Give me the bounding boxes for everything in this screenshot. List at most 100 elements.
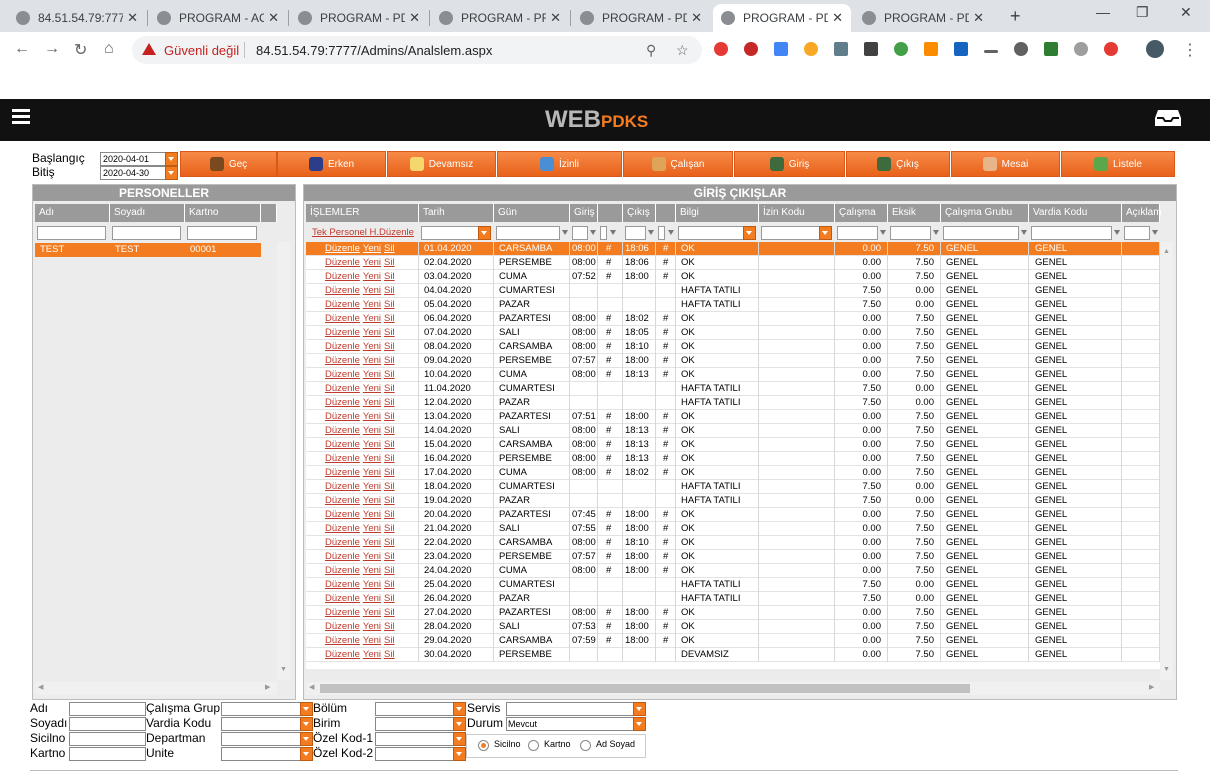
horizontal-scrollbar[interactable]: ◀ ▶ — [306, 682, 1160, 695]
delete-link[interactable]: Sil — [384, 243, 395, 254]
new-link[interactable]: Yeni — [363, 313, 381, 324]
entries-column-header[interactable]: Eksik — [888, 204, 941, 222]
extension-icon[interactable] — [1104, 42, 1118, 56]
filter-funnel-icon[interactable] — [880, 230, 886, 235]
bookmark-star-icon[interactable]: ☆ — [676, 42, 689, 59]
entries-filter-input[interactable] — [496, 226, 560, 240]
end-date-input[interactable]: 2020-04-30 — [100, 166, 166, 180]
filter-funnel-icon[interactable] — [933, 230, 939, 235]
entry-row[interactable]: Düzenle Yeni Sil 18.04.2020 CUMARTESI HAFTA T… — [306, 480, 1160, 494]
entry-row[interactable]: Düzenle Yeni Sil 27.04.2020 PAZARTESI 08:00 #1… — [306, 606, 1160, 620]
entries-filter-input[interactable] — [837, 226, 878, 240]
new-link[interactable]: Yeni — [363, 621, 381, 632]
entries-column-header[interactable]: Çalışma — [835, 204, 888, 222]
filter-dropdown-icon[interactable] — [743, 226, 756, 240]
entries-filter-input[interactable] — [658, 226, 665, 240]
entry-row[interactable]: Düzenle Yeni Sil 06.04.2020 PAZARTESI 08:00 #1… — [306, 312, 1160, 326]
entry-row[interactable]: Düzenle Yeni Sil 08.04.2020 CARSAMBA 08:00 #18… — [306, 340, 1160, 354]
entries-filter-input[interactable] — [1124, 226, 1150, 240]
select-dropdown-icon[interactable] — [453, 717, 466, 731]
entries-column-header[interactable] — [598, 204, 623, 222]
filter-dropdown-icon[interactable] — [478, 226, 491, 240]
new-link[interactable]: Yeni — [363, 257, 381, 268]
extension-icon[interactable] — [714, 42, 728, 56]
delete-link[interactable]: Sil — [384, 271, 395, 282]
form-text-input[interactable] — [69, 717, 146, 731]
entry-row[interactable]: Düzenle Yeni Sil 03.04.2020 CUMA 07:52 #18:00 #… — [306, 270, 1160, 284]
delete-link[interactable]: Sil — [384, 453, 395, 464]
new-link[interactable]: Yeni — [363, 579, 381, 590]
new-link[interactable]: Yeni — [363, 299, 381, 310]
personnel-column-header[interactable]: Soyadı — [110, 204, 185, 222]
entry-row[interactable]: Düzenle Yeni Sil 10.04.2020 CUMA 08:00 #18:13 #… — [306, 368, 1160, 382]
filter-funnel-icon[interactable] — [1114, 230, 1120, 235]
browser-tab[interactable]: PROGRAM - AC ✕ — [149, 4, 287, 32]
delete-link[interactable]: Sil — [384, 369, 395, 380]
edit-link[interactable]: Düzenle — [325, 411, 360, 422]
select-dropdown-icon[interactable] — [300, 702, 313, 716]
edit-link[interactable]: Düzenle — [325, 439, 360, 450]
edit-link[interactable]: Düzenle — [325, 481, 360, 492]
entries-filter-input[interactable] — [572, 226, 588, 240]
edit-link[interactable]: Düzenle — [325, 271, 360, 282]
download-icon[interactable] — [984, 50, 998, 53]
extension-icon[interactable] — [1014, 42, 1028, 56]
search-type-radio[interactable] — [580, 740, 591, 751]
action-button-4[interactable]: Çalışan — [623, 151, 733, 177]
edit-link[interactable]: Düzenle — [325, 383, 360, 394]
entry-row[interactable]: Düzenle Yeni Sil 11.04.2020 CUMARTESI HAFTA T… — [306, 382, 1160, 396]
durum-select[interactable]: Mevcut — [506, 717, 635, 731]
action-button-3[interactable]: İzinli — [497, 151, 622, 177]
form-select[interactable] — [375, 702, 455, 716]
menu-dots-icon[interactable]: ⋮ — [1182, 40, 1198, 60]
entry-row[interactable]: Düzenle Yeni Sil 16.04.2020 PERSEMBE 08:00 #18… — [306, 452, 1160, 466]
delete-link[interactable]: Sil — [384, 481, 395, 492]
extension-icon[interactable] — [894, 42, 908, 56]
edit-link[interactable]: Düzenle — [325, 635, 360, 646]
new-link[interactable]: Yeni — [363, 411, 381, 422]
edit-link[interactable]: Düzenle — [325, 509, 360, 520]
entry-row[interactable]: Düzenle Yeni Sil 28.04.2020 SALI 07:53 #18:00 #… — [306, 620, 1160, 634]
entry-row[interactable]: Düzenle Yeni Sil 24.04.2020 CUMA 08:00 #18:00 #… — [306, 564, 1160, 578]
edit-link[interactable]: Düzenle — [325, 341, 360, 352]
entry-row[interactable]: Düzenle Yeni Sil 05.04.2020 PAZAR HAFTA TATIL… — [306, 298, 1160, 312]
form-select[interactable] — [221, 717, 302, 731]
personnel-column-header[interactable]: Kartno — [185, 204, 261, 222]
browser-tab[interactable]: PROGRAM - PD ✕ — [572, 4, 710, 32]
edit-link[interactable]: Düzenle — [325, 537, 360, 548]
entry-row[interactable]: Düzenle Yeni Sil 12.04.2020 PAZAR HAFTA TATIL… — [306, 396, 1160, 410]
extension-icon[interactable] — [804, 42, 818, 56]
new-link[interactable]: Yeni — [363, 551, 381, 562]
edit-link[interactable]: Düzenle — [325, 453, 360, 464]
browser-tab[interactable]: PROGRAM - PD ✕ — [290, 4, 428, 32]
edit-link[interactable]: Düzenle — [325, 523, 360, 534]
edit-link[interactable]: Düzenle — [325, 299, 360, 310]
form-select[interactable] — [221, 747, 302, 761]
delete-link[interactable]: Sil — [384, 383, 395, 394]
edit-link[interactable]: Düzenle — [325, 551, 360, 562]
select-dropdown-icon[interactable] — [453, 702, 466, 716]
form-text-input[interactable] — [69, 747, 146, 761]
entry-row[interactable]: Düzenle Yeni Sil 13.04.2020 PAZARTESI 07:51 #1… — [306, 410, 1160, 424]
delete-link[interactable]: Sil — [384, 397, 395, 408]
delete-link[interactable]: Sil — [384, 355, 395, 366]
extension-icon[interactable] — [924, 42, 938, 56]
tab-close-icon[interactable]: ✕ — [691, 10, 702, 26]
filter-funnel-icon[interactable] — [1152, 230, 1158, 235]
new-link[interactable]: Yeni — [363, 509, 381, 520]
new-link[interactable]: Yeni — [363, 635, 381, 646]
personnel-filter-input[interactable] — [37, 226, 106, 240]
edit-link[interactable]: Düzenle — [325, 369, 360, 380]
new-link[interactable]: Yeni — [363, 327, 381, 338]
delete-link[interactable]: Sil — [384, 495, 395, 506]
inbox-icon[interactable] — [1154, 108, 1182, 128]
browser-tab[interactable]: 84.51.54.79:7777 ✕ — [8, 4, 146, 32]
new-link[interactable]: Yeni — [363, 285, 381, 296]
delete-link[interactable]: Sil — [384, 621, 395, 632]
extension-icon[interactable] — [1044, 42, 1058, 56]
delete-link[interactable]: Sil — [384, 257, 395, 268]
entries-column-header[interactable]: İzin Kodu — [759, 204, 835, 222]
new-link[interactable]: Yeni — [363, 537, 381, 548]
entry-row[interactable]: Düzenle Yeni Sil 30.04.2020 PERSEMBE DEVAMSIZ… — [306, 648, 1160, 662]
entry-row[interactable]: Düzenle Yeni Sil 23.04.2020 PERSEMBE 07:57 #18… — [306, 550, 1160, 564]
